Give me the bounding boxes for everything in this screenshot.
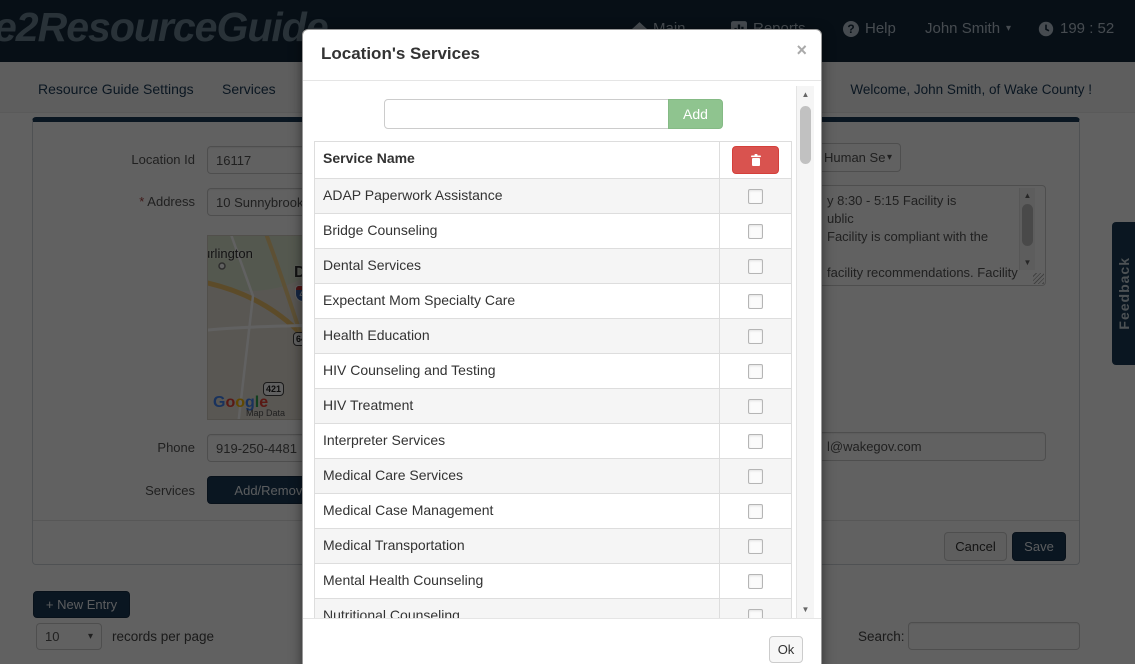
service-name: Expectant Mom Specialty Care xyxy=(323,292,516,308)
service-row: Medical Case Management xyxy=(315,493,791,528)
service-checkbox[interactable] xyxy=(748,468,763,484)
service-checkbox[interactable] xyxy=(748,573,763,589)
service-checkbox[interactable] xyxy=(748,608,763,618)
modal-scroll-thumb[interactable] xyxy=(800,106,811,164)
close-icon[interactable]: × xyxy=(796,40,807,61)
service-checkbox-cell xyxy=(719,319,791,353)
delete-column-header xyxy=(719,142,791,178)
services-table-body: ADAP Paperwork Assistance Bridge Counsel… xyxy=(315,178,791,618)
scroll-up-icon[interactable]: ▲ xyxy=(797,86,814,103)
service-checkbox[interactable] xyxy=(748,258,763,274)
service-checkbox[interactable] xyxy=(748,328,763,344)
service-checkbox[interactable] xyxy=(748,433,763,449)
modal-footer xyxy=(303,618,821,664)
services-table-header-row: Service Name xyxy=(315,142,791,178)
service-row: HIV Treatment xyxy=(315,388,791,423)
service-row: Medical Care Services xyxy=(315,458,791,493)
service-checkbox-cell xyxy=(719,529,791,563)
service-row: Health Education xyxy=(315,318,791,353)
service-name: Dental Services xyxy=(323,257,422,273)
service-row: Expectant Mom Specialty Care xyxy=(315,283,791,318)
modal-header: Location's Services × xyxy=(303,30,821,81)
service-row: Dental Services xyxy=(315,248,791,283)
service-name: Bridge Counseling xyxy=(323,222,438,238)
service-checkbox[interactable] xyxy=(748,538,763,554)
service-checkbox[interactable] xyxy=(748,223,763,239)
service-row: ADAP Paperwork Assistance xyxy=(315,178,791,213)
service-checkbox-cell xyxy=(719,284,791,318)
service-name: Health Education xyxy=(323,327,430,343)
service-checkbox-cell xyxy=(719,179,791,213)
service-name: HIV Treatment xyxy=(323,397,414,413)
ok-button[interactable]: Ok xyxy=(769,636,803,663)
service-name-header: Service Name xyxy=(323,150,415,166)
service-name: Medical Transportation xyxy=(323,537,465,553)
service-name: Nutritional Counseling xyxy=(323,607,460,618)
service-row: Nutritional Counseling xyxy=(315,598,791,618)
service-name: HIV Counseling and Testing xyxy=(323,362,496,378)
service-checkbox-cell xyxy=(719,599,791,618)
new-service-input[interactable] xyxy=(384,99,669,129)
service-checkbox-cell xyxy=(719,494,791,528)
service-name: Mental Health Counseling xyxy=(323,572,484,588)
service-row: Bridge Counseling xyxy=(315,213,791,248)
service-name: Medical Case Management xyxy=(323,502,494,518)
service-checkbox-cell xyxy=(719,459,791,493)
service-checkbox-cell xyxy=(719,249,791,283)
modal-scroll-area: Add Service Name ADAP Paperwork Assistan… xyxy=(313,86,813,618)
service-name: Interpreter Services xyxy=(323,432,446,448)
trash-icon xyxy=(750,153,761,166)
add-service-button[interactable]: Add xyxy=(668,99,723,129)
page: e2ResourceGuide Main Reports ? Help John… xyxy=(0,0,1135,664)
service-checkbox[interactable] xyxy=(748,293,763,309)
service-checkbox[interactable] xyxy=(748,503,763,519)
modal-title: Location's Services xyxy=(321,44,481,63)
service-checkbox-cell xyxy=(719,214,791,248)
service-row: Mental Health Counseling xyxy=(315,563,791,598)
scroll-down-icon[interactable]: ▼ xyxy=(797,601,814,618)
service-row: HIV Counseling and Testing xyxy=(315,353,791,388)
service-checkbox[interactable] xyxy=(748,363,763,379)
service-checkbox[interactable] xyxy=(748,188,763,204)
modal-scrollbar: ▲ ▼ xyxy=(796,86,814,618)
service-checkbox[interactable] xyxy=(748,398,763,414)
delete-services-button[interactable] xyxy=(732,146,779,174)
locations-services-modal: Location's Services × Add Service Name A… xyxy=(302,29,822,664)
services-table: Service Name ADAP Paperwork Assistance B… xyxy=(314,141,792,618)
service-name: ADAP Paperwork Assistance xyxy=(323,187,503,203)
service-row: Medical Transportation xyxy=(315,528,791,563)
service-checkbox-cell xyxy=(719,354,791,388)
service-checkbox-cell xyxy=(719,389,791,423)
service-checkbox-cell xyxy=(719,424,791,458)
service-name: Medical Care Services xyxy=(323,467,464,483)
service-row: Interpreter Services xyxy=(315,423,791,458)
service-checkbox-cell xyxy=(719,564,791,598)
